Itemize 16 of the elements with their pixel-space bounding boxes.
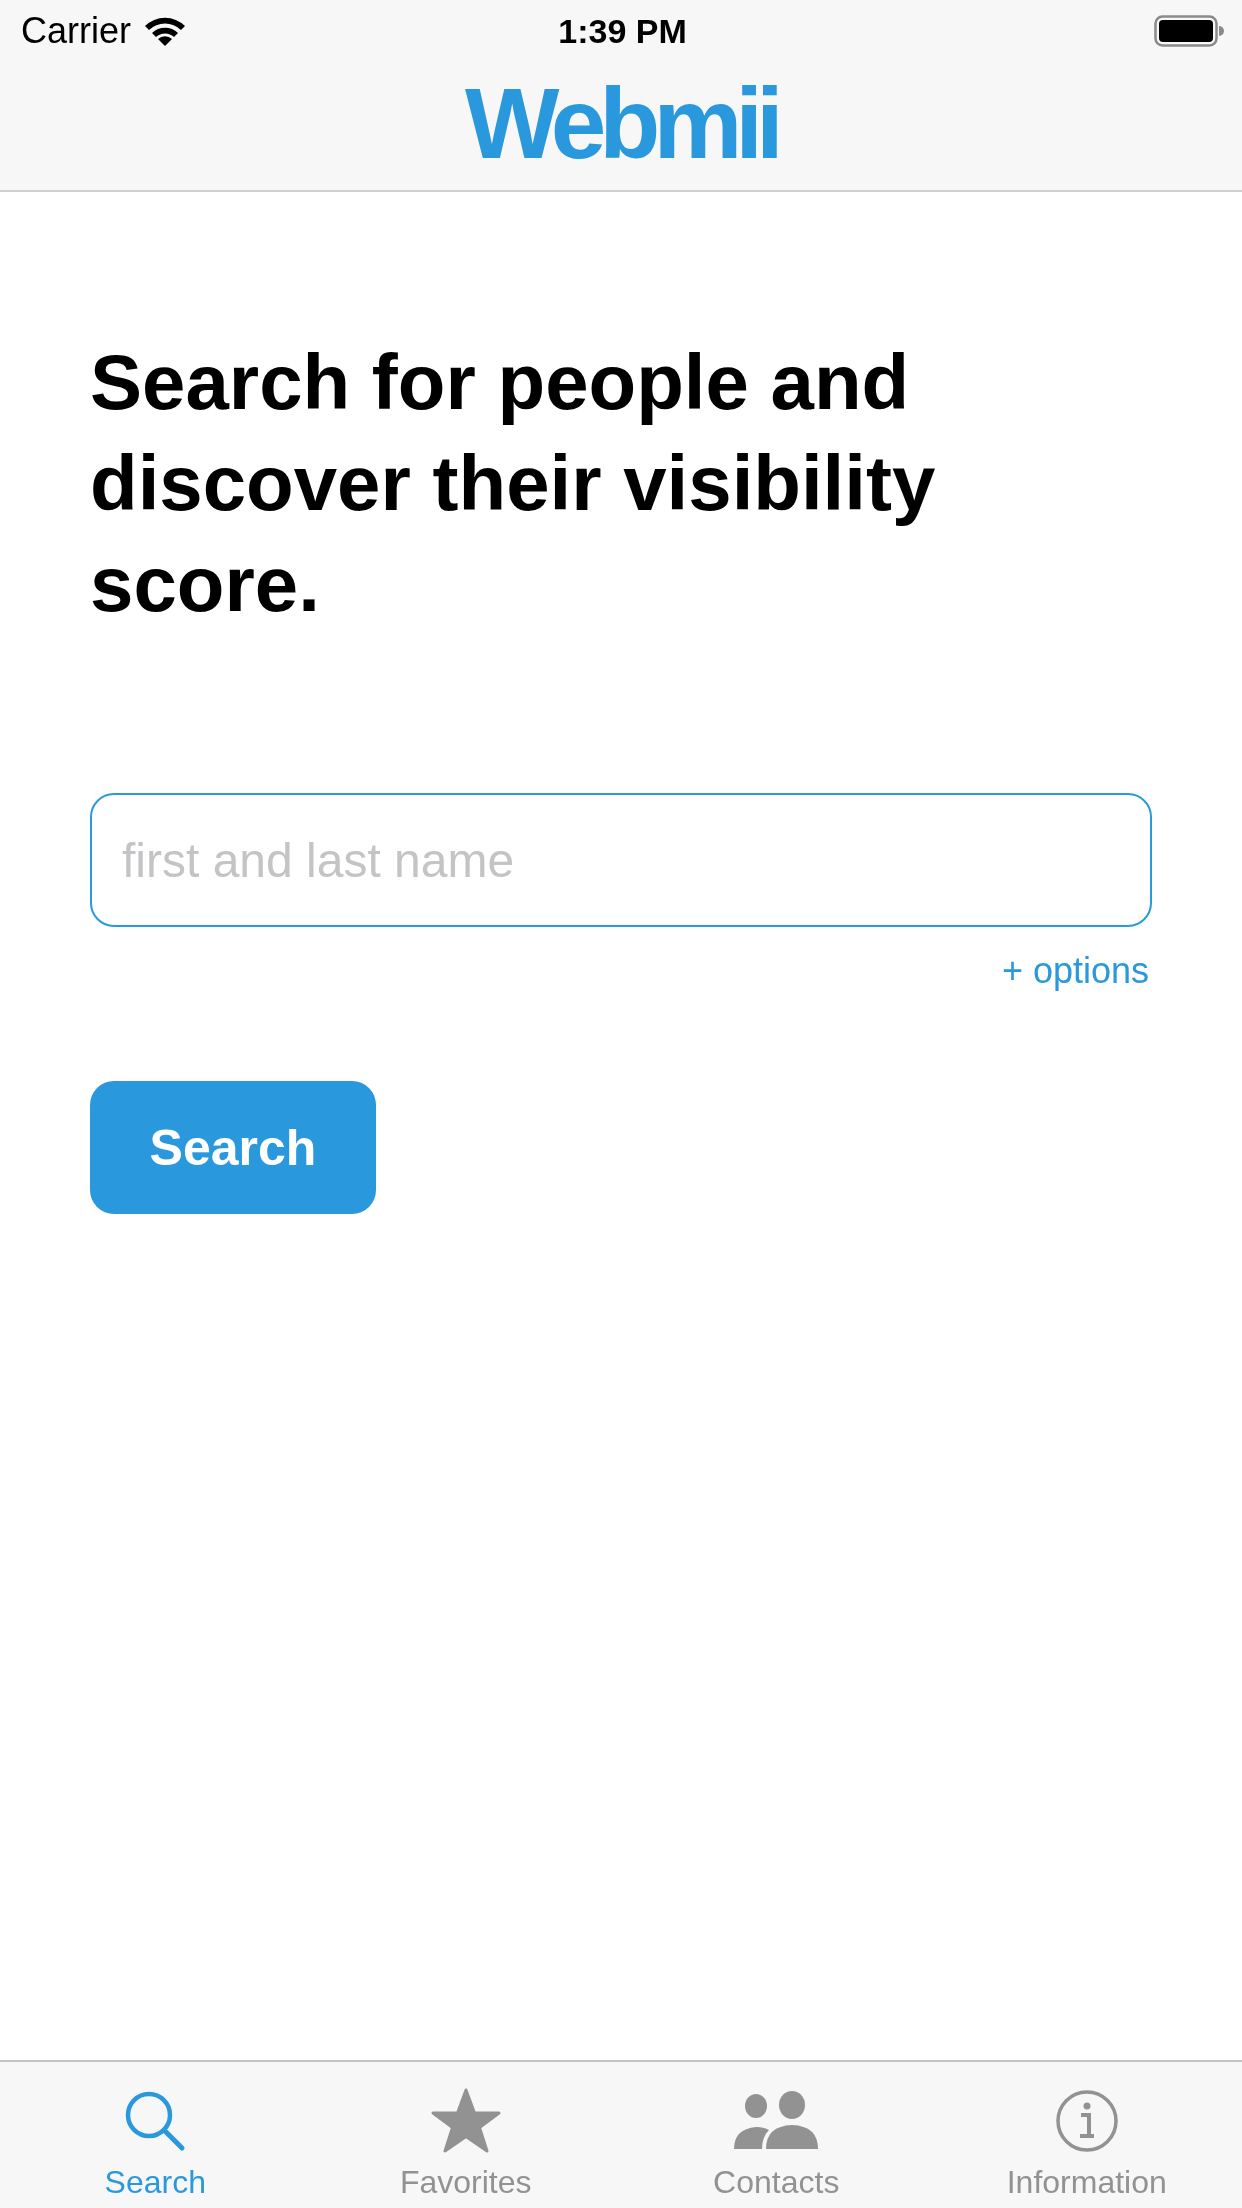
search-icon: [124, 2090, 187, 2152]
search-button[interactable]: Search: [90, 1081, 376, 1214]
carrier-label: Carrier: [21, 10, 131, 52]
battery-icon: [1154, 15, 1224, 47]
options-link[interactable]: + options: [1001, 949, 1149, 993]
tab-bar-item[interactable]: Information: [931, 2062, 1242, 2208]
name-search-field[interactable]: first and last name: [90, 793, 1152, 927]
tab-bar-item[interactable]: Contacts: [621, 2062, 932, 2208]
status-time: 1:39 PM: [558, 11, 687, 51]
tab-bar-item[interactable]: Search: [0, 2062, 311, 2208]
wifi-icon: [143, 15, 187, 47]
headline: Search for people and discover their visibility score.: [90, 337, 937, 630]
tab-bar-item[interactable]: Favorites: [310, 2062, 621, 2208]
info-icon: [1054, 2089, 1119, 2153]
app-logo: Webmii: [465, 73, 777, 179]
star-icon: [429, 2087, 502, 2155]
